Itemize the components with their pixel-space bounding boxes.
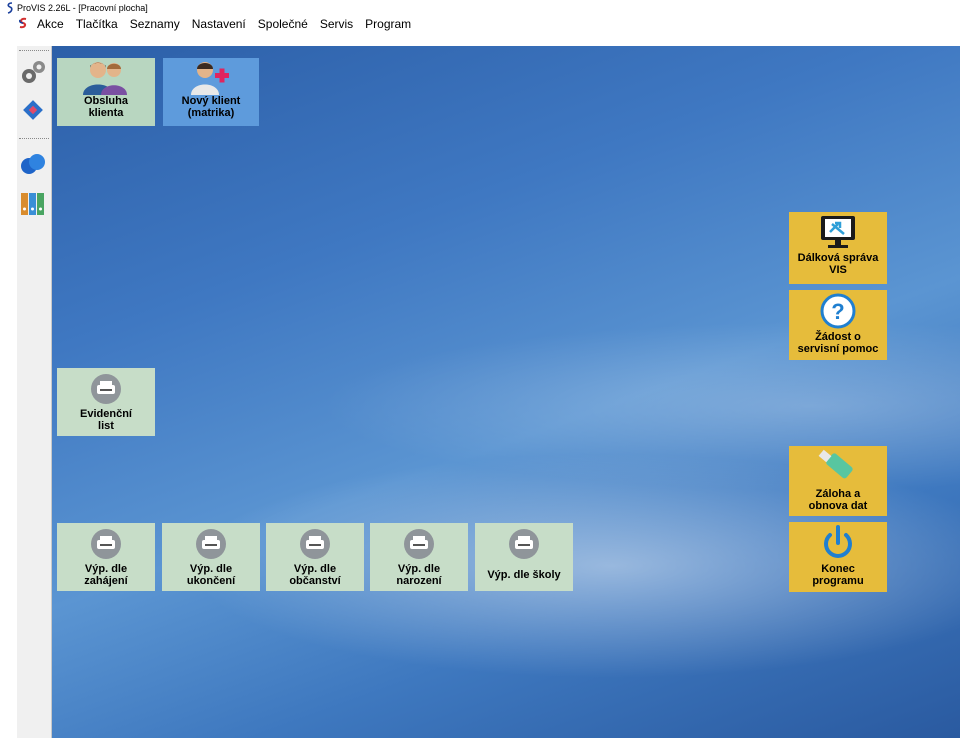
provis-logo-icon — [7, 2, 13, 14]
tile-label: Výp. dle školy — [487, 569, 561, 581]
menu-program[interactable]: Program — [365, 17, 411, 31]
add-user-icon — [191, 62, 229, 95]
left-toolbar — [17, 46, 52, 738]
menu-tlacitka[interactable]: Tlačítka — [76, 17, 118, 31]
clients-icon — [83, 62, 127, 95]
printer-icon — [300, 529, 330, 559]
tile-vyp-obcanstvi[interactable]: Výp. dle občanství — [266, 523, 364, 591]
window-title: ProVIS 2.26L - [Pracovní plocha] — [17, 3, 148, 13]
printer-icon — [404, 529, 434, 559]
menu-servis[interactable]: Servis — [320, 17, 353, 31]
tile-zadost-servisni-pomoc[interactable]: ? Žádost o servisní pomoc — [789, 290, 887, 360]
desktop: Obsluha klienta Nový klient (matrika) Ev… — [52, 46, 960, 738]
tile-zaloha-obnova-dat[interactable]: Záloha a obnova dat — [789, 446, 887, 516]
tile-dalkova-sprava[interactable]: Dálková správa VIS — [789, 212, 887, 284]
title-bar: ProVIS 2.26L - [Pracovní plocha] — [0, 0, 960, 16]
binders-icon[interactable] — [19, 190, 47, 218]
printer-icon — [196, 529, 226, 559]
printer-icon — [91, 529, 121, 559]
svg-text:?: ? — [831, 299, 844, 324]
tile-konec-programu[interactable]: Konec programu — [789, 522, 887, 592]
tile-novy-klient[interactable]: Nový klient (matrika) — [163, 58, 259, 126]
menu-spolecne[interactable]: Společné — [258, 17, 308, 31]
chat-bubbles-icon[interactable] — [19, 150, 47, 178]
menu-bar: Akce Tlačítka Seznamy Nastavení Společné… — [0, 16, 960, 46]
usb-drive-icon — [818, 449, 853, 479]
tile-obsluha-klienta[interactable]: Obsluha klienta — [57, 58, 155, 126]
help-icon: ? — [820, 293, 856, 329]
remote-monitor-icon — [821, 216, 855, 248]
menu-akce[interactable]: Akce — [37, 17, 64, 31]
tile-label: Dálková správa VIS — [797, 252, 879, 276]
tile-label: Obsluha klienta — [83, 95, 128, 119]
power-icon — [824, 525, 852, 558]
network-icon[interactable] — [19, 96, 47, 124]
tile-label: Výp. dle ukončení — [186, 563, 236, 587]
printer-icon — [509, 529, 539, 559]
tile-label: Výp. dle zahájení — [84, 563, 128, 587]
menu-nastaveni[interactable]: Nastavení — [192, 17, 246, 31]
menu-seznamy[interactable]: Seznamy — [130, 17, 180, 31]
tile-label: Nový klient (matrika) — [181, 95, 241, 119]
gears-icon[interactable] — [19, 58, 47, 86]
tile-label: Výp. dle narození — [396, 563, 442, 587]
toolbar-separator — [19, 138, 49, 141]
toolbar-separator — [19, 50, 49, 53]
tile-label: Žádost o servisní pomoc — [797, 331, 879, 355]
tile-evidencni-list[interactable]: Evidenční list — [57, 368, 155, 436]
app-menu-icon[interactable] — [17, 17, 29, 29]
tile-vyp-ukonceni[interactable]: Výp. dle ukončení — [162, 523, 260, 591]
tile-label: Konec programu — [812, 563, 864, 587]
tile-vyp-skoly[interactable]: Výp. dle školy — [475, 523, 573, 591]
printer-icon — [91, 374, 121, 404]
tile-label: Záloha a obnova dat — [808, 488, 868, 512]
tile-vyp-zahajeni[interactable]: Výp. dle zahájení — [57, 523, 155, 591]
tile-vyp-narozeni[interactable]: Výp. dle narození — [370, 523, 468, 591]
tile-label: Výp. dle občanství — [289, 563, 341, 587]
tile-label: Evidenční list — [80, 408, 132, 432]
